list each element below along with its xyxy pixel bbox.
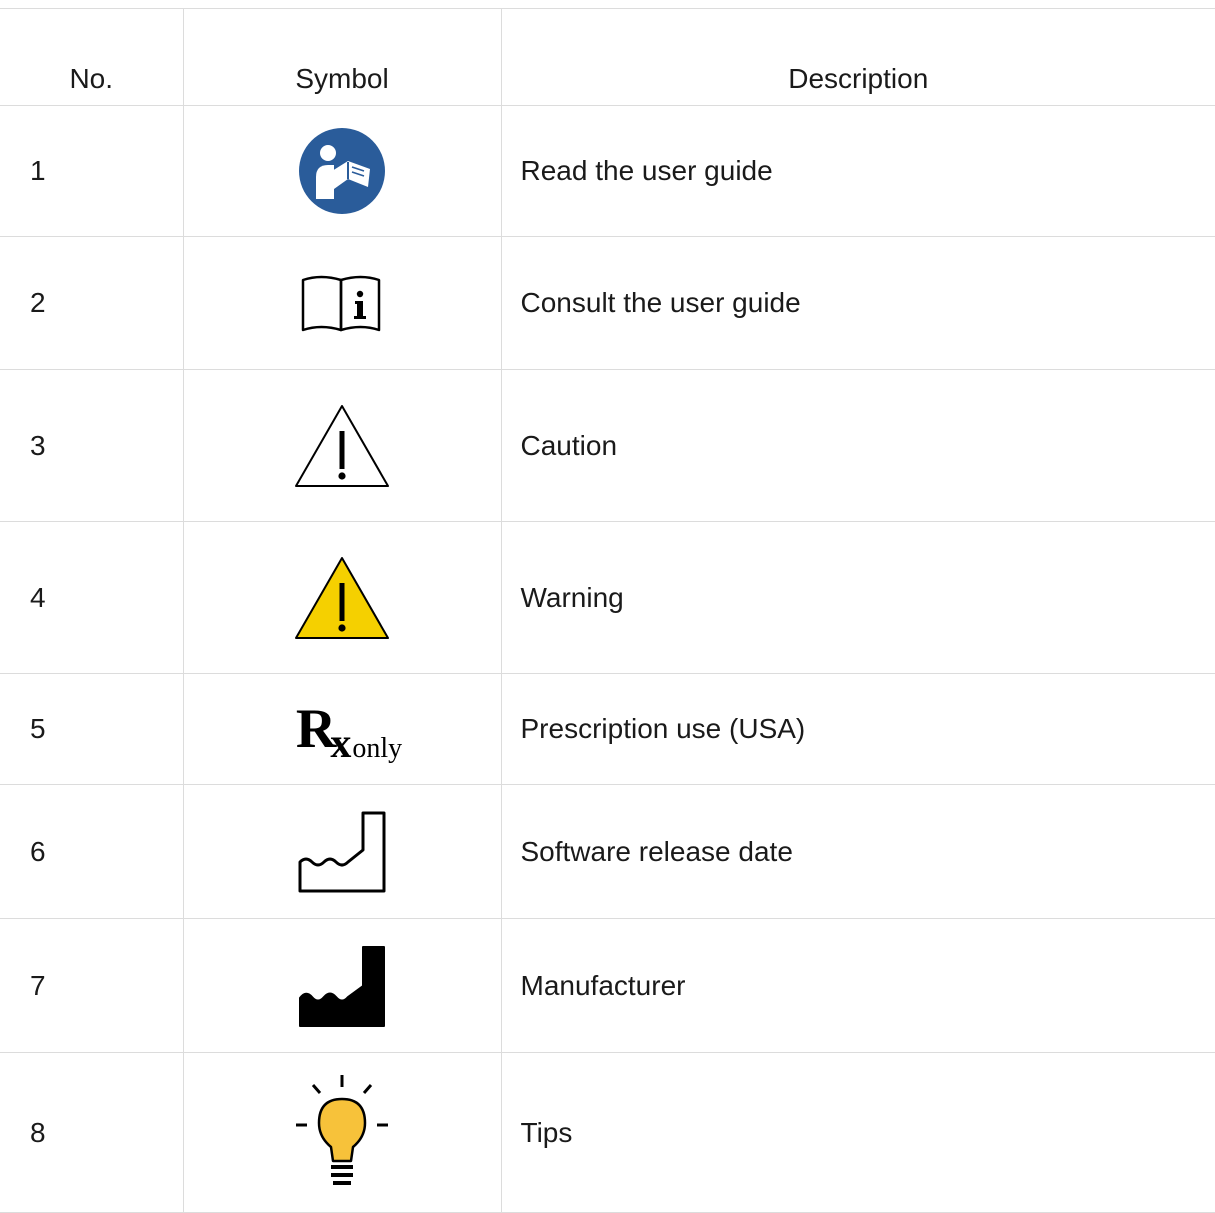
row-number: 3 xyxy=(0,369,183,522)
header-symbol: Symbol xyxy=(182,8,502,106)
row-number: 8 xyxy=(0,1052,183,1213)
header-no: No. xyxy=(0,8,183,106)
table-header-row: No. Symbol Description xyxy=(0,8,1215,106)
row-number: 7 xyxy=(0,918,183,1053)
warning-icon xyxy=(295,556,389,639)
caution-icon xyxy=(295,404,389,487)
row-number: 4 xyxy=(0,521,183,674)
table-row: 3 Caution xyxy=(0,369,1215,522)
table-row: 4 Warning xyxy=(0,521,1215,674)
row-number: 6 xyxy=(0,784,183,919)
rx-only-icon: Rxonly xyxy=(295,698,402,765)
table-row: 5 Rxonly Prescription use (USA) xyxy=(0,673,1215,785)
table-row: 1 Read the user guide xyxy=(0,105,1215,237)
symbol-cell xyxy=(182,1052,502,1213)
manufacturer-icon xyxy=(299,945,385,1027)
description: Software release date xyxy=(501,784,1215,919)
symbol-cell xyxy=(182,236,502,370)
rx-only-label: only xyxy=(352,733,403,764)
symbol-table: No. Symbol Description 1 Read the user g… xyxy=(0,8,1215,1213)
table-row: 7 Manufacturer xyxy=(0,918,1215,1053)
description: Prescription use (USA) xyxy=(501,673,1215,785)
symbol-cell xyxy=(182,369,502,522)
symbol-cell xyxy=(182,105,502,237)
read-user-guide-icon xyxy=(299,128,385,214)
description: Consult the user guide xyxy=(501,236,1215,370)
date-of-manufacture-icon xyxy=(298,811,386,892)
symbol-cell xyxy=(182,784,502,919)
description: Tips xyxy=(501,1052,1215,1213)
description: Manufacturer xyxy=(501,918,1215,1053)
symbol-cell: Rxonly xyxy=(182,673,502,785)
header-description: Description xyxy=(501,8,1215,106)
rx-x-glyph: x xyxy=(330,721,352,767)
description: Read the user guide xyxy=(501,105,1215,237)
symbol-cell xyxy=(182,521,502,674)
description: Caution xyxy=(501,369,1215,522)
row-number: 1 xyxy=(0,105,183,237)
rx-r-glyph: R xyxy=(295,698,337,760)
table-row: 6 Software release date xyxy=(0,784,1215,919)
table-row: 8 Tips xyxy=(0,1052,1215,1213)
table-row: 2 Consult the user guide xyxy=(0,236,1215,370)
consult-user-guide-icon xyxy=(301,275,381,332)
lightbulb-icon xyxy=(296,1074,388,1185)
row-number: 2 xyxy=(0,236,183,370)
row-number: 5 xyxy=(0,673,183,785)
symbol-cell xyxy=(182,918,502,1053)
description: Warning xyxy=(501,521,1215,674)
